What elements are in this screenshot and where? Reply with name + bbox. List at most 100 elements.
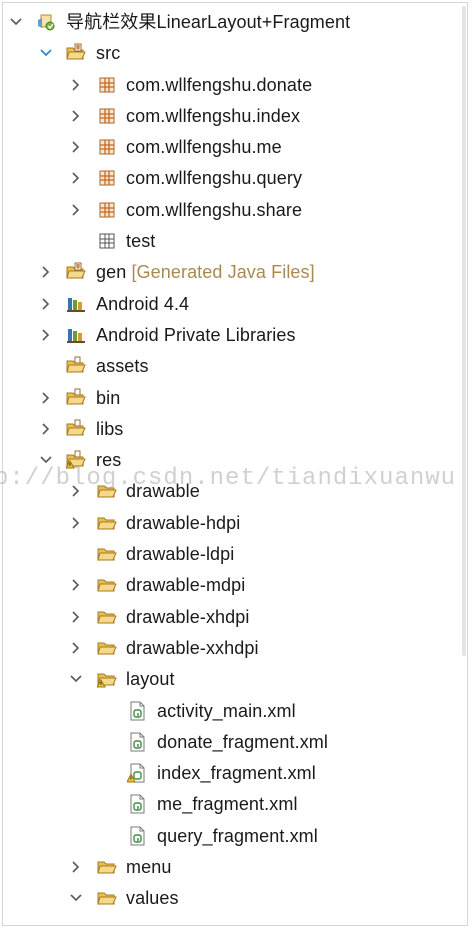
tree-item-label: activity_main.xml (157, 700, 296, 721)
expand-arrow-icon[interactable] (68, 609, 84, 625)
expand-arrow-icon[interactable] (38, 421, 54, 437)
expand-arrow-icon[interactable] (38, 327, 54, 343)
expand-arrow-icon[interactable] (68, 202, 84, 218)
xml-file-icon (127, 732, 147, 752)
tree-item-file-index-fragment[interactable]: index_fragment.xml (0, 758, 462, 789)
package-icon (97, 200, 117, 220)
tree-item-label: com.wllfengshu.index (126, 105, 301, 126)
tree-item-folder-assets[interactable]: assets (0, 351, 462, 382)
tree-item-label: src (96, 43, 121, 64)
tree-item-folder-drawable-mdpi[interactable]: drawable-mdpi (0, 570, 462, 601)
tree-item-label: 导航栏效果LinearLayout+Fragment (66, 12, 351, 32)
expand-arrow-icon[interactable] (38, 296, 54, 312)
tree-item-folder-src[interactable]: src (0, 38, 462, 69)
project-tree: 导航栏效果LinearLayout+Fragment src com.wllfeng… (0, 7, 462, 915)
tree-item-project-root[interactable]: 导航栏效果LinearLayout+Fragment (0, 7, 462, 38)
expand-arrow-icon[interactable] (68, 577, 84, 593)
tree-item-folder-values[interactable]: values (0, 883, 462, 914)
tree-item-label: drawable-mdpi (126, 575, 246, 596)
collapse-arrow-icon[interactable] (68, 671, 84, 687)
folder-open-icon (97, 888, 117, 908)
tree-item-label: drawable-xhdpi (126, 606, 250, 627)
tree-item-package-me[interactable]: com.wllfengshu.me (0, 132, 462, 163)
tree-item-label: values (126, 888, 179, 909)
folder-open-icon (97, 857, 117, 877)
tree-item-folder-drawable-xxhdpi[interactable]: drawable-xxhdpi (0, 633, 462, 664)
tree-item-package-share[interactable]: com.wllfengshu.share (0, 195, 462, 226)
collapse-arrow-icon[interactable] (38, 452, 54, 468)
tree-item-label: donate_fragment.xml (157, 731, 328, 752)
tree-item-label: query_fragment.xml (157, 825, 318, 846)
tree-item-label: test (126, 231, 156, 252)
tree-item-label: index_fragment.xml (157, 763, 316, 784)
expand-arrow-icon[interactable] (68, 108, 84, 124)
tree-item-label: drawable (126, 481, 200, 502)
tree-item-folder-drawable[interactable]: drawable (0, 476, 462, 507)
tree-item-label: menu (126, 857, 172, 878)
source-folder-open-icon (66, 43, 86, 63)
folder-warning-icon (65, 450, 86, 470)
tree-item-file-query-fragment[interactable]: query_fragment.xml (0, 821, 462, 852)
expand-arrow-icon[interactable] (38, 390, 54, 406)
expand-arrow-icon[interactable] (38, 264, 54, 280)
tree-item-folder-layout[interactable]: layout (0, 664, 462, 695)
tree-item-library-android[interactable]: Android 4.4 (0, 289, 462, 320)
tree-item-label: bin (96, 387, 121, 408)
expand-arrow-icon[interactable] (68, 515, 84, 531)
tree-item-folder-drawable-ldpi[interactable]: drawable-ldpi (0, 539, 462, 570)
tree-item-folder-res[interactable]: res (0, 445, 462, 476)
expand-arrow-icon[interactable] (68, 859, 84, 875)
tree-item-package-test[interactable]: test (0, 226, 462, 257)
library-icon (66, 294, 86, 314)
expand-arrow-icon[interactable] (68, 483, 84, 499)
tree-item-package-donate[interactable]: com.wllfengshu.donate (0, 70, 462, 101)
tree-item-folder-gen[interactable]: gen [Generated Java Files] (0, 257, 462, 288)
folder-open-icon (97, 607, 117, 627)
expand-arrow-icon[interactable] (68, 139, 84, 155)
tree-item-file-me-fragment[interactable]: me_fragment.xml (0, 789, 462, 820)
tree-item-folder-menu[interactable]: menu (0, 852, 462, 883)
empty-package-icon (97, 231, 117, 251)
tree-item-label: drawable-ldpi (126, 544, 235, 565)
tree-item-label: com.wllfengshu.share (126, 199, 303, 220)
package-icon (97, 137, 117, 157)
collapse-arrow-icon[interactable] (8, 14, 24, 30)
package-icon (97, 106, 117, 126)
tree-item-package-index[interactable]: com.wllfengshu.index (0, 101, 462, 132)
tree-item-folder-drawable-xhdpi[interactable]: drawable-xhdpi (0, 602, 462, 633)
collapse-arrow-icon[interactable] (68, 890, 84, 906)
tree-item-file-activity-main[interactable]: activity_main.xml (0, 696, 462, 727)
folder-open-icon (97, 544, 117, 564)
expand-arrow-icon[interactable] (68, 170, 84, 186)
library-icon (66, 325, 86, 345)
folder-open-warning-icon (96, 669, 117, 689)
tree-item-folder-libs[interactable]: libs (0, 414, 462, 445)
tree-item-label: drawable-hdpi (126, 512, 241, 533)
tree-item-library-private[interactable]: Android Private Libraries (0, 320, 462, 351)
tree-item-label: gen [Generated Java Files] (96, 262, 315, 283)
tree-item-label: me_fragment.xml (157, 794, 298, 815)
tree-item-label: layout (126, 669, 175, 690)
tree-item-file-donate-fragment[interactable]: donate_fragment.xml (0, 727, 462, 758)
tree-item-label: assets (96, 356, 149, 377)
tree-item-label: Android Private Libraries (96, 324, 296, 345)
folder-open-icon (97, 513, 117, 533)
xml-file-icon (127, 794, 147, 814)
source-folder-icon (66, 262, 86, 282)
tree-item-package-query[interactable]: com.wllfengshu.query (0, 163, 462, 194)
tree-item-label: com.wllfengshu.me (126, 137, 282, 158)
folder-open-icon (97, 575, 117, 595)
package-icon (97, 75, 117, 95)
folder-open-icon (97, 638, 117, 658)
tree-item-folder-bin[interactable]: bin (0, 383, 462, 414)
tree-item-label: drawable-xxhdpi (126, 637, 259, 658)
tree-item-label: Android 4.4 (96, 293, 190, 314)
expand-arrow-icon[interactable] (68, 640, 84, 656)
expand-arrow-icon[interactable] (68, 77, 84, 93)
package-icon (97, 168, 117, 188)
collapse-arrow-icon[interactable] (38, 45, 54, 61)
vertical-scrollbar[interactable] (462, 6, 466, 656)
xml-file-warning-icon (126, 763, 147, 783)
tree-item-decoration: [Generated Java Files] (131, 262, 315, 283)
tree-item-folder-drawable-hdpi[interactable]: drawable-hdpi (0, 508, 462, 539)
